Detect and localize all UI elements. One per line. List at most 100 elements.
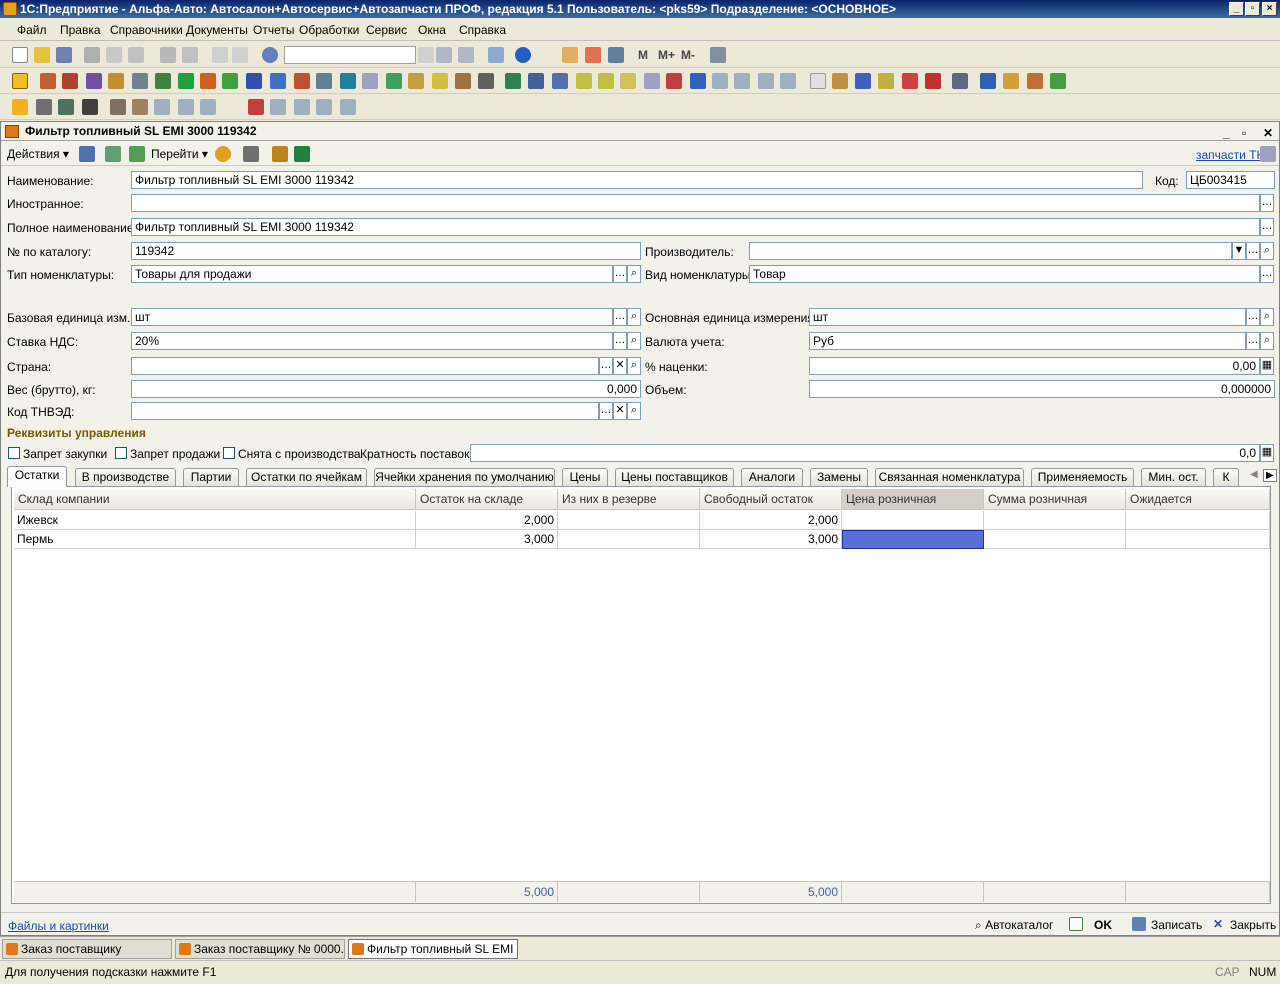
save-close-icon[interactable] — [79, 146, 95, 162]
cash-icon[interactable] — [200, 73, 216, 89]
minimize-button[interactable]: _ — [1229, 2, 1244, 16]
calendar-icon[interactable] — [585, 47, 601, 63]
foreign-select-button[interactable]: … — [1260, 194, 1274, 212]
receipt-icon[interactable] — [528, 73, 544, 89]
task-supplier-order-number[interactable]: Заказ поставщику № 0000... — [175, 939, 345, 959]
type-select-button[interactable]: … — [613, 265, 627, 283]
memory-minus-button[interactable]: M- — [681, 48, 695, 62]
folder-icon[interactable] — [1003, 73, 1019, 89]
goto-menu[interactable]: Перейти ▾ — [151, 147, 208, 161]
tab-batches[interactable]: Партии — [183, 468, 239, 486]
kind-select-button[interactable]: … — [1260, 265, 1274, 283]
service-waybill-minus-icon[interactable] — [178, 99, 194, 115]
save-button[interactable]: Записать — [1151, 918, 1202, 932]
country-search-icon[interactable]: ⌕ — [627, 357, 641, 375]
memory-plus-button[interactable]: M+ — [658, 48, 675, 62]
tnved-select-button[interactable]: … — [599, 402, 613, 420]
plat-icon[interactable] — [644, 73, 660, 89]
tnved-search-icon[interactable]: ⌕ — [627, 402, 641, 420]
column-header-retail-sum[interactable]: Сумма розничная — [984, 489, 1126, 510]
coins-icon[interactable] — [108, 73, 124, 89]
info-icon[interactable] — [515, 47, 531, 63]
manufacturer-field[interactable] — [749, 242, 1232, 260]
menu-reports[interactable]: Отчеты — [253, 23, 294, 37]
waybill-minus-icon[interactable] — [758, 73, 774, 89]
memory-button[interactable]: M — [638, 48, 648, 62]
tab-supplier-prices[interactable]: Цены поставщиков — [615, 468, 734, 486]
parts-waybill-plus-icon[interactable] — [340, 99, 356, 115]
kind-field[interactable]: Товар — [749, 265, 1260, 283]
column-header-reserved[interactable]: Из них в резерве — [558, 489, 700, 510]
menu-service[interactable]: Сервис — [366, 23, 407, 37]
pin-icon[interactable] — [952, 73, 968, 89]
tab-applicability[interactable]: Применяемость — [1031, 468, 1134, 486]
table-row-retail-sum[interactable] — [984, 530, 1126, 549]
return-icon[interactable] — [690, 73, 706, 89]
add-entry-icon[interactable] — [386, 73, 402, 89]
column-header-warehouse[interactable]: Склад компании — [14, 489, 416, 510]
tab-analogs[interactable]: Аналоги — [741, 468, 803, 486]
fullname-select-button[interactable]: … — [1260, 218, 1274, 236]
add-report-icon[interactable] — [902, 73, 918, 89]
journal-icon[interactable] — [408, 73, 424, 89]
type-search-icon[interactable]: ⌕ — [627, 265, 641, 283]
catalog-icon[interactable] — [12, 73, 28, 89]
payment-icon[interactable] — [620, 73, 636, 89]
main-unit-search-icon[interactable]: ⌕ — [1260, 308, 1274, 326]
tabs-scroll-left-icon[interactable]: ◀ — [1250, 469, 1258, 480]
tab-related-nomenclature[interactable]: Связанная номенклатура — [875, 468, 1024, 486]
currency-search-icon[interactable]: ⌕ — [1260, 332, 1274, 350]
refresh-icon[interactable] — [105, 146, 121, 162]
table-row-free[interactable]: 3,000 — [700, 530, 842, 549]
files-and-pictures-link[interactable]: Файлы и картинки — [8, 919, 109, 933]
list-icon[interactable] — [362, 73, 378, 89]
bank-icon[interactable] — [222, 73, 238, 89]
document-icon[interactable] — [810, 73, 826, 89]
copy-icon[interactable] — [106, 47, 122, 63]
help-icon[interactable] — [215, 146, 231, 162]
windows-icon[interactable] — [488, 47, 504, 63]
service-waybill-icon[interactable] — [154, 99, 170, 115]
account-icon[interactable] — [712, 73, 728, 89]
chart-icon[interactable] — [432, 73, 448, 89]
code-field[interactable]: ЦБ003415 — [1186, 171, 1275, 189]
books-icon[interactable] — [505, 73, 521, 89]
tab-default-cells[interactable]: Ячейки хранения по умолчанию — [374, 468, 555, 486]
lift-icon[interactable] — [82, 99, 98, 115]
doc-restore-button[interactable]: ▫ — [1242, 124, 1246, 143]
tab-prices[interactable]: Цены — [562, 468, 608, 486]
report-icon[interactable] — [878, 73, 894, 89]
catalog-number-field[interactable]: 119342 — [131, 242, 641, 260]
open-icon[interactable] — [34, 47, 50, 63]
users-icon[interactable] — [608, 47, 624, 63]
tab-in-production[interactable]: В производстве — [75, 468, 176, 486]
save-icon[interactable] — [56, 47, 72, 63]
company-icon[interactable] — [40, 73, 56, 89]
repair-icon[interactable] — [110, 99, 126, 115]
table-row-expected[interactable] — [1126, 511, 1270, 530]
copy-doc-icon[interactable] — [272, 146, 288, 162]
weight-field[interactable]: 0,000 — [131, 380, 641, 398]
table-row-warehouse[interactable]: Ижевск — [14, 511, 416, 530]
tab-cell-stock[interactable]: Остатки по ячейкам — [246, 468, 367, 486]
tabs-scroll-right-icon[interactable]: ▶ — [1263, 469, 1277, 482]
base-unit-field[interactable]: шт — [131, 308, 613, 326]
people-icon[interactable] — [1027, 73, 1043, 89]
type-field[interactable]: Товары для продажи — [131, 265, 613, 283]
task-fuel-filter[interactable]: Фильтр топливный SL EMI ... — [348, 939, 518, 959]
wheel-icon[interactable] — [58, 99, 74, 115]
table-row-stock[interactable]: 2,000 — [416, 511, 558, 530]
register-icon[interactable] — [478, 73, 494, 89]
country-select-button[interactable]: … — [599, 357, 613, 375]
discontinued-checkbox[interactable] — [223, 447, 235, 459]
manufacturer-dropdown-icon[interactable]: ▼ — [1232, 242, 1246, 260]
ok-button[interactable]: OK — [1094, 918, 1112, 932]
doc-minimize-button[interactable]: _ — [1223, 124, 1230, 143]
redo-icon[interactable] — [232, 47, 248, 63]
service-waybill-plus-icon[interactable] — [200, 99, 216, 115]
find-next-icon[interactable] — [436, 47, 452, 63]
settings-icon[interactable] — [316, 73, 332, 89]
parts-account-icon[interactable] — [270, 99, 286, 115]
find-prev-icon[interactable] — [458, 47, 474, 63]
multiplicity-calculator-icon[interactable]: ▦ — [1260, 444, 1274, 462]
